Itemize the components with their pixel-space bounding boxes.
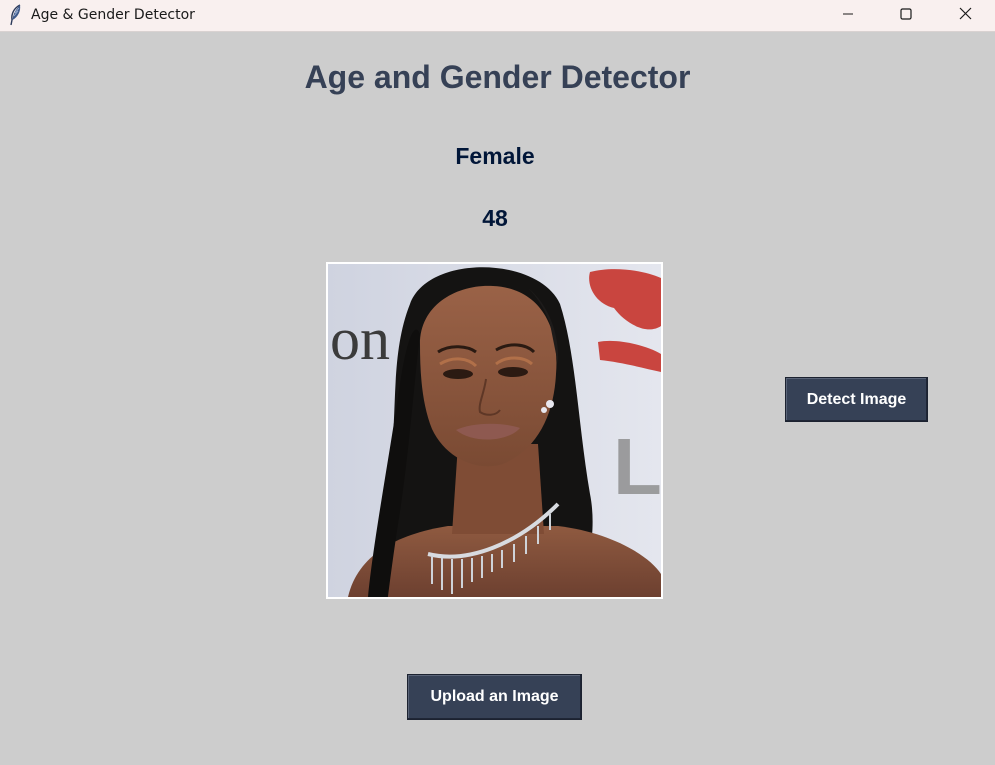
uploaded-image-preview: on LF (326, 262, 663, 599)
age-result-label: 48 (482, 205, 508, 231)
gender-result-label: Female (455, 143, 535, 169)
title-bar[interactable]: Age & Gender Detector (0, 0, 995, 32)
page-title: Age and Gender Detector (304, 59, 691, 95)
svg-text:on: on (330, 306, 390, 372)
upload-image-button[interactable]: Upload an Image (407, 674, 582, 720)
app-window: Age & Gender Detector Age and Gender Det… (0, 0, 995, 765)
detect-image-button[interactable]: Detect Image (785, 377, 928, 422)
close-button[interactable] (936, 0, 994, 31)
maximize-icon (900, 7, 912, 25)
maximize-button[interactable] (877, 0, 935, 31)
minimize-button[interactable] (819, 0, 877, 31)
portrait-photo: on LF (328, 264, 661, 597)
feather-icon (8, 4, 24, 26)
minimize-icon (842, 7, 854, 25)
window-title: Age & Gender Detector (31, 7, 195, 23)
svg-text:LF: LF (613, 422, 661, 511)
close-icon (959, 7, 972, 25)
